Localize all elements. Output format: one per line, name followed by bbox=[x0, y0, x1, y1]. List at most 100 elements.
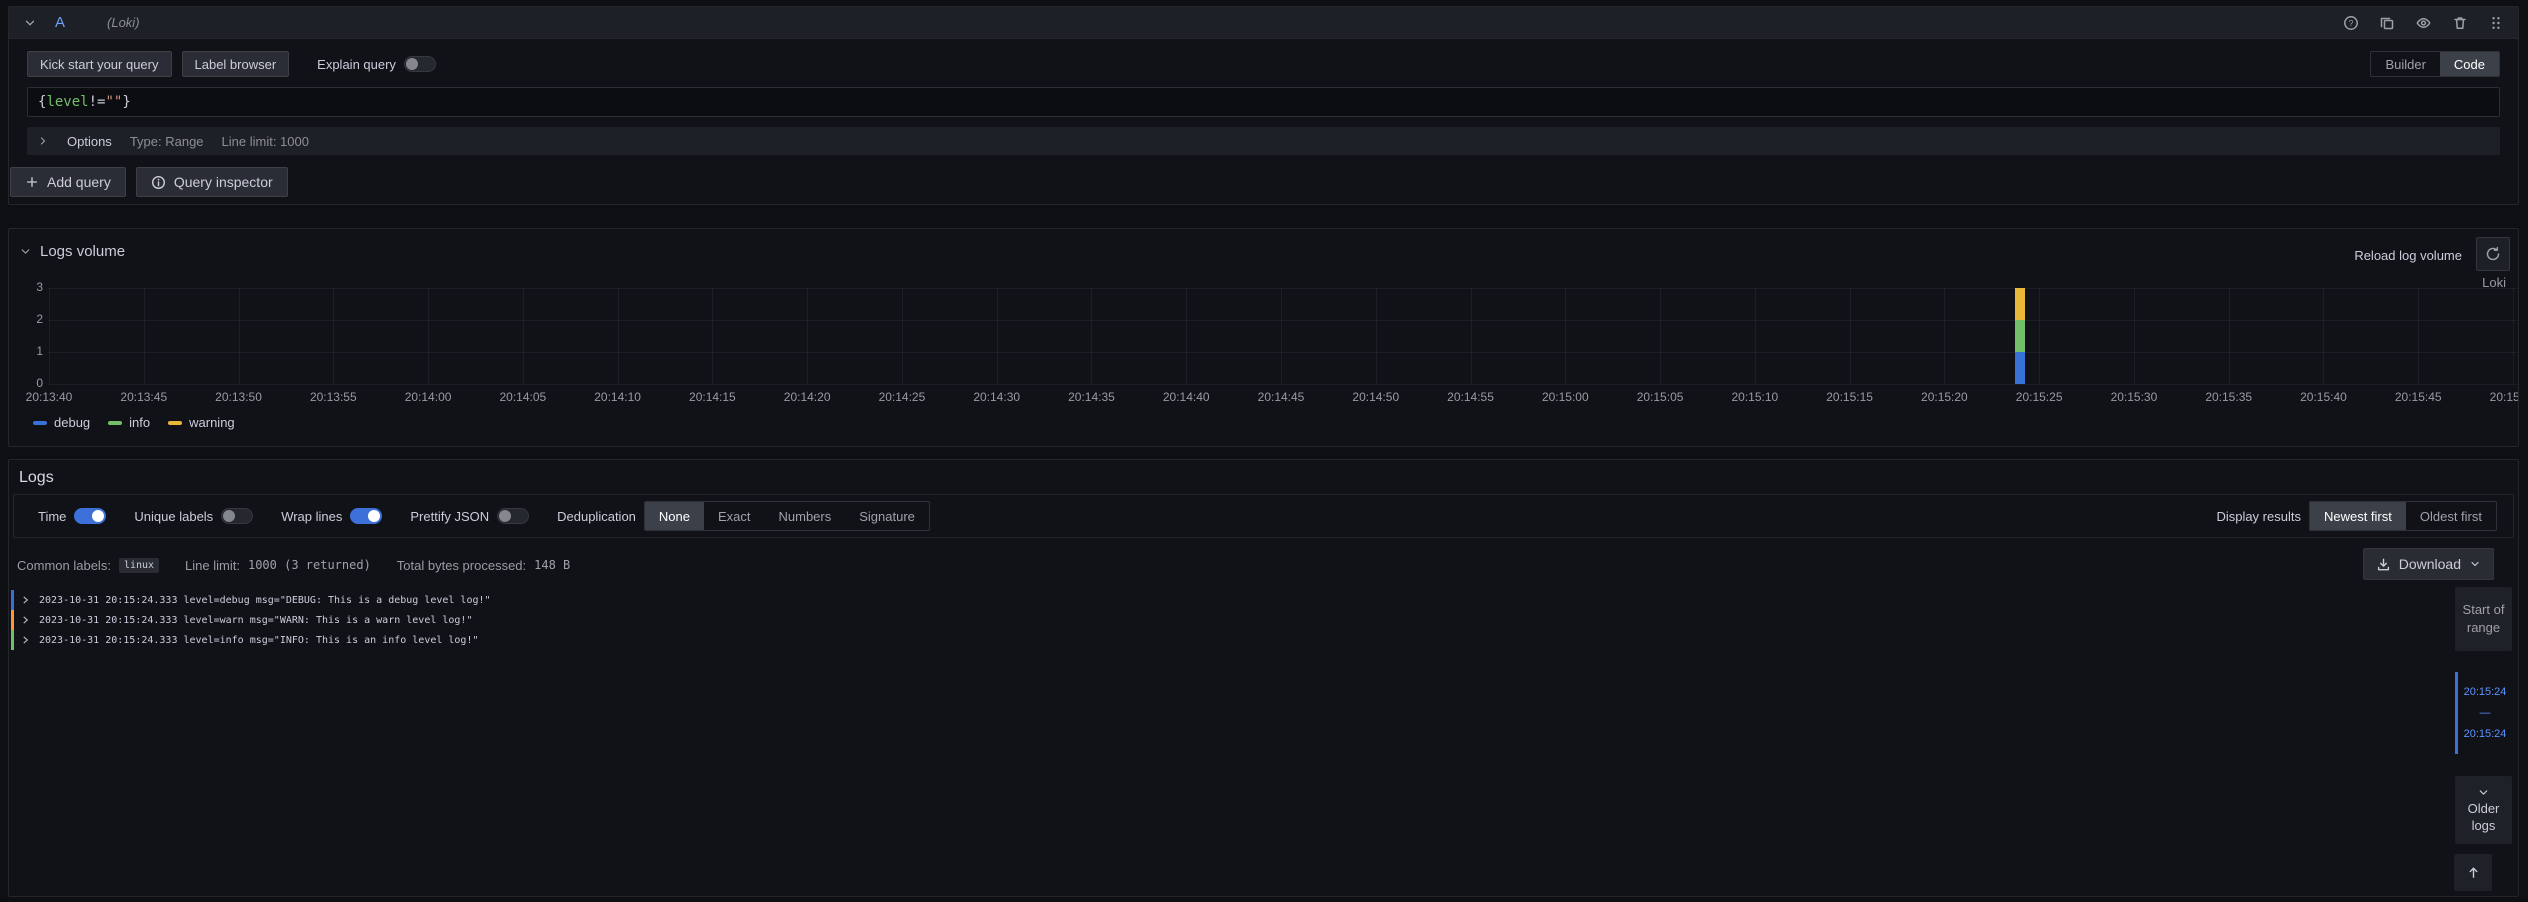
display-results-label: Display results bbox=[2216, 509, 2301, 524]
explain-query-control: Explain query bbox=[317, 56, 436, 72]
gridline bbox=[49, 288, 2518, 289]
expand-row-icon[interactable] bbox=[21, 614, 30, 626]
unique-labels-toggle[interactable] bbox=[221, 508, 253, 524]
bar-segment-debug bbox=[2015, 352, 2025, 384]
explain-query-toggle[interactable] bbox=[404, 56, 436, 72]
gridline bbox=[1471, 288, 1472, 384]
wrap-lines-toggle[interactable] bbox=[350, 508, 382, 524]
range-from-time: 20:15:24 bbox=[2464, 686, 2507, 698]
gridline bbox=[2323, 288, 2324, 384]
x-axis-label: 20:14:25 bbox=[867, 390, 937, 404]
query-code-editor[interactable]: {level!=""} bbox=[27, 87, 2500, 117]
gridline bbox=[2229, 288, 2230, 384]
deduplication-switch: None Exact Numbers Signature bbox=[644, 501, 930, 531]
datasource-name: (Loki) bbox=[107, 15, 140, 30]
oldest-first-option[interactable]: Oldest first bbox=[2406, 502, 2496, 530]
query-token-operator: != bbox=[89, 94, 106, 110]
deduplication-control: Deduplication None Exact Numbers Signatu… bbox=[557, 501, 930, 531]
prettify-json-toggle-label: Prettify JSON bbox=[410, 509, 489, 524]
line-limit-group: Line limit: 1000 (3 returned) bbox=[185, 558, 371, 573]
drag-handle-icon[interactable] bbox=[2488, 15, 2504, 31]
start-of-range-button[interactable]: Start of range bbox=[2455, 587, 2512, 651]
download-icon bbox=[2376, 557, 2391, 572]
bar-segment-warning bbox=[2015, 288, 2025, 320]
gridline bbox=[2513, 288, 2514, 384]
legend-label: info bbox=[129, 415, 150, 430]
mode-code-option[interactable]: Code bbox=[2440, 52, 2499, 76]
dedup-none-option[interactable]: None bbox=[645, 502, 704, 530]
legend-item-debug[interactable]: debug bbox=[33, 415, 90, 430]
query-actions-row: Add query Query inspector bbox=[10, 167, 288, 197]
gridline bbox=[239, 288, 240, 384]
expand-row-icon[interactable] bbox=[21, 594, 30, 606]
log-row[interactable]: 2023-10-31 20:15:24.333 level=debug msg=… bbox=[11, 590, 2438, 610]
kick-start-query-button[interactable]: Kick start your query bbox=[27, 51, 172, 77]
log-range-indicator[interactable]: 20:15:24 — 20:15:24 bbox=[2455, 672, 2512, 754]
gridline bbox=[2134, 288, 2135, 384]
gridline bbox=[144, 288, 145, 384]
remove-query-icon[interactable] bbox=[2452, 15, 2468, 31]
x-axis-label: 20:15:50 bbox=[2478, 390, 2519, 404]
gridline bbox=[2039, 288, 2040, 384]
gridline bbox=[49, 352, 2518, 353]
expand-row-icon[interactable] bbox=[21, 634, 30, 646]
x-axis-label: 20:15:15 bbox=[1815, 390, 1885, 404]
query-options-row[interactable]: Options Type: Range Line limit: 1000 bbox=[27, 127, 2500, 155]
time-toggle[interactable] bbox=[74, 508, 106, 524]
dedup-numbers-option[interactable]: Numbers bbox=[765, 502, 846, 530]
download-button[interactable]: Download bbox=[2363, 548, 2494, 580]
legend-label: warning bbox=[189, 415, 235, 430]
logs-meta-row: Common labels: linux Line limit: 1000 (3… bbox=[17, 548, 2510, 582]
chevron-down-icon bbox=[2469, 558, 2481, 570]
query-token-lbrace: { bbox=[38, 94, 46, 110]
dedup-signature-option[interactable]: Signature bbox=[845, 502, 929, 530]
legend-label: debug bbox=[54, 415, 90, 430]
chevron-right-icon bbox=[37, 135, 49, 147]
y-axis-label: 2 bbox=[9, 312, 43, 326]
collapse-query-icon[interactable] bbox=[23, 16, 37, 30]
legend-item-info[interactable]: info bbox=[108, 415, 150, 430]
logs-controls-bar: Time Unique labels Wrap lines Prettify J… bbox=[13, 494, 2514, 538]
gridline bbox=[997, 288, 998, 384]
logs-volume-legend: debug info warning bbox=[33, 415, 235, 430]
legend-item-warning[interactable]: warning bbox=[168, 415, 235, 430]
add-query-button[interactable]: Add query bbox=[10, 167, 126, 197]
gridline bbox=[1186, 288, 1187, 384]
common-labels-group: Common labels: linux bbox=[17, 558, 159, 573]
prettify-json-toggle[interactable] bbox=[497, 508, 529, 524]
query-token-value: "" bbox=[105, 94, 122, 110]
query-token-label: level bbox=[46, 94, 88, 110]
label-browser-button[interactable]: Label browser bbox=[182, 51, 290, 77]
logs-title: Logs bbox=[19, 469, 54, 487]
log-row[interactable]: 2023-10-31 20:15:24.333 level=warn msg="… bbox=[11, 610, 2438, 630]
gridline bbox=[1944, 288, 1945, 384]
duplicate-query-icon[interactable] bbox=[2379, 15, 2395, 31]
disable-query-icon[interactable] bbox=[2415, 15, 2432, 31]
x-axis-label: 20:13:45 bbox=[109, 390, 179, 404]
wrap-lines-toggle-label: Wrap lines bbox=[281, 509, 342, 524]
add-query-label: Add query bbox=[47, 174, 111, 190]
x-axis-label: 20:15:25 bbox=[2004, 390, 2074, 404]
query-ref-id[interactable]: A bbox=[55, 14, 65, 31]
query-inspector-button[interactable]: Query inspector bbox=[136, 167, 288, 197]
gridline bbox=[807, 288, 808, 384]
arrow-up-icon bbox=[2466, 865, 2481, 880]
x-axis-label: 20:14:50 bbox=[1341, 390, 1411, 404]
gridline bbox=[1376, 288, 1377, 384]
mode-builder-option[interactable]: Builder bbox=[2371, 52, 2439, 76]
help-icon[interactable]: ? bbox=[2343, 15, 2359, 31]
time-control: Time bbox=[38, 508, 106, 524]
info-circle-icon bbox=[151, 175, 166, 190]
older-logs-button[interactable]: Older logs bbox=[2455, 776, 2512, 844]
download-label: Download bbox=[2399, 556, 2461, 572]
scroll-to-top-button[interactable] bbox=[2454, 854, 2492, 891]
gridline bbox=[1660, 288, 1661, 384]
dedup-exact-option[interactable]: Exact bbox=[704, 502, 765, 530]
x-axis-label: 20:15:00 bbox=[1530, 390, 1600, 404]
query-token-rbrace: } bbox=[122, 94, 130, 110]
newest-first-option[interactable]: Newest first bbox=[2310, 502, 2406, 530]
x-axis-label: 20:13:55 bbox=[298, 390, 368, 404]
line-limit-label: Line limit: bbox=[185, 558, 240, 573]
log-row[interactable]: 2023-10-31 20:15:24.333 level=info msg="… bbox=[11, 630, 2438, 650]
legend-swatch bbox=[33, 421, 47, 425]
